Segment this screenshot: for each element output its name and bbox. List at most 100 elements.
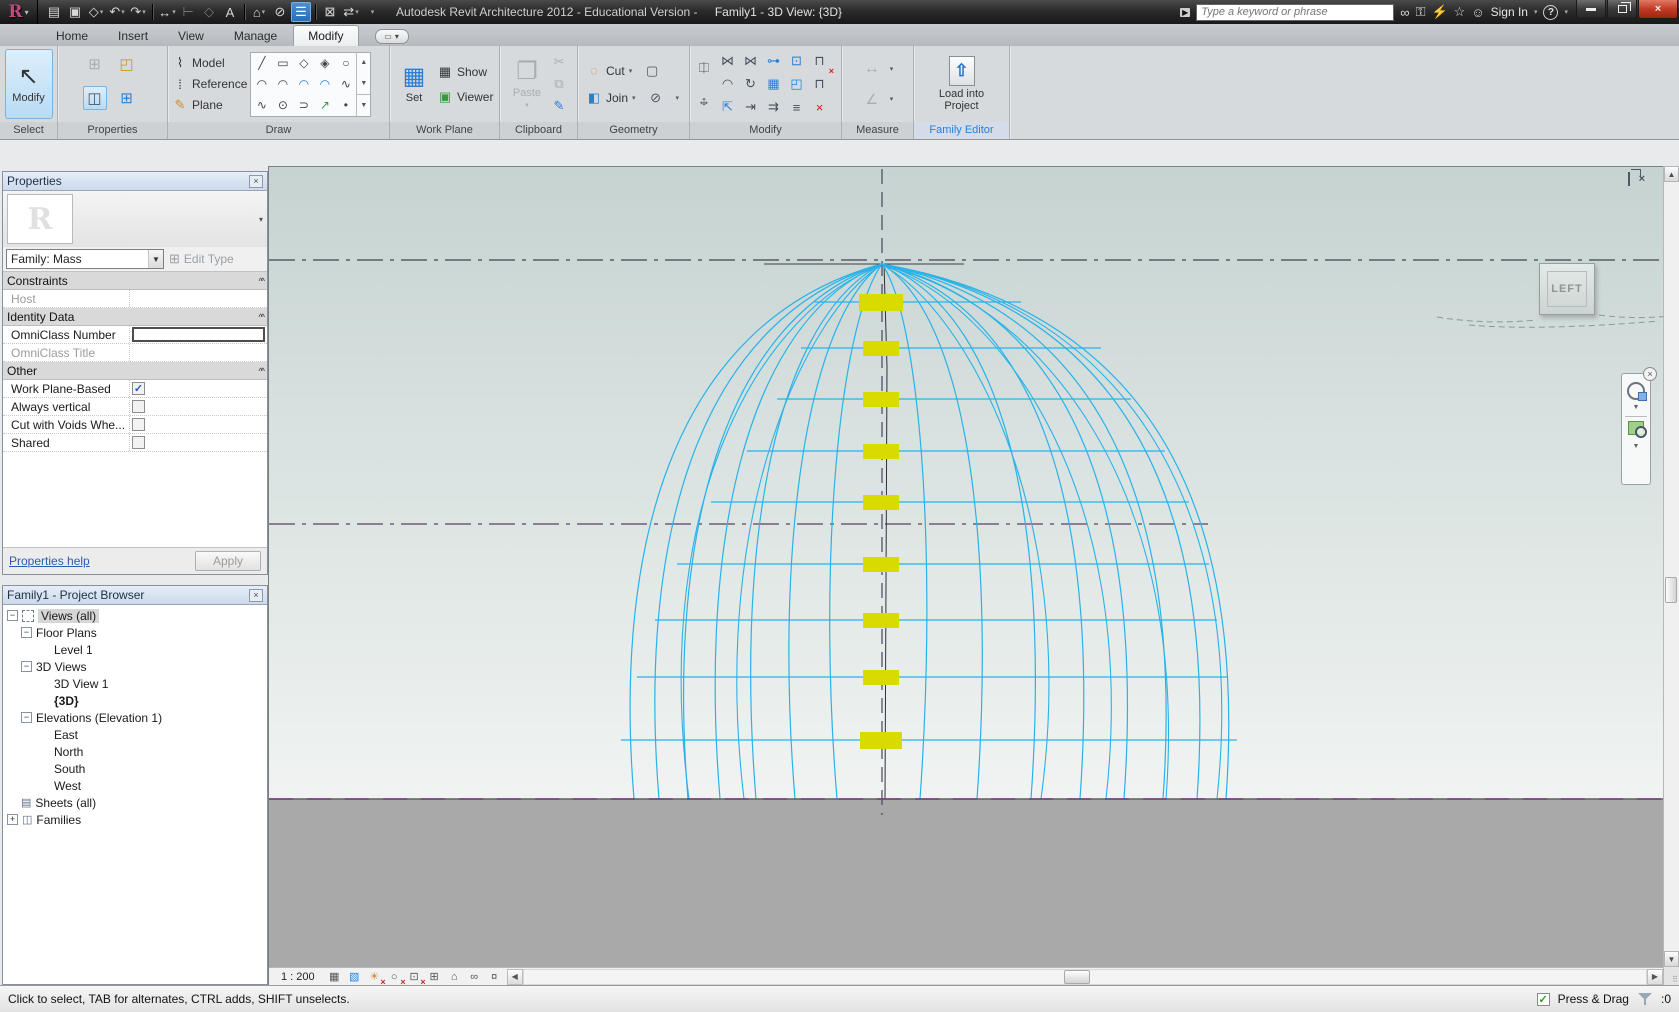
draw-line-icon[interactable]: ╱: [251, 53, 272, 74]
shape-handles[interactable]: [859, 294, 903, 749]
array-icon[interactable]: ▦: [762, 73, 785, 96]
mirror-pick-axis-icon[interactable]: ⋈: [716, 50, 739, 73]
locked-view-icon[interactable]: ⌂: [446, 969, 463, 984]
measure-between-refs-icon[interactable]: ↔: [862, 59, 882, 79]
group-header-other[interactable]: Other ^^: [3, 362, 267, 380]
draw-spline-points-icon[interactable]: ∿: [251, 95, 272, 116]
reveal-hidden-elements-icon[interactable]: ¤: [486, 969, 503, 984]
favorites-star-icon[interactable]: ☆: [1454, 4, 1466, 20]
draw-circumscribed-polygon-icon[interactable]: ◈: [314, 53, 335, 74]
group-header-identity-data[interactable]: Identity Data ^^: [3, 308, 267, 326]
measure-caret-icon[interactable]: ▾: [890, 65, 894, 73]
work-plane-based-checkbox[interactable]: ✓: [132, 382, 145, 395]
tab-home[interactable]: Home: [42, 26, 102, 46]
cut-to-clipboard-icon[interactable]: ✂: [549, 52, 569, 72]
tree-node-elevations[interactable]: − Elevations (Elevation 1): [3, 709, 267, 726]
tree-node-north[interactable]: North: [3, 743, 267, 760]
property-row-omniclass-title[interactable]: OmniClass Title: [3, 344, 267, 362]
load-into-project-button[interactable]: ⇧ Load into Project: [926, 49, 998, 119]
press-drag-checkbox[interactable]: ✓: [1536, 992, 1550, 1006]
copy-to-clipboard-icon[interactable]: ⧉: [549, 74, 569, 94]
thin-lines-button[interactable]: ☰: [291, 2, 311, 22]
preview-caret-icon[interactable]: ▾: [259, 215, 263, 224]
sync-button[interactable]: ◇ ▾: [86, 2, 106, 22]
text-button[interactable]: A: [220, 2, 240, 22]
vscroll-thumb[interactable]: [1665, 577, 1677, 603]
horizontal-scrollbar[interactable]: [522, 968, 1647, 985]
collapse-box-icon[interactable]: −: [21, 627, 32, 638]
tree-node-sheets[interactable]: ▤ Sheets (all): [3, 794, 267, 811]
wireframe-meridians-back[interactable]: [680, 265, 1223, 800]
always-vertical-checkbox[interactable]: [132, 400, 145, 413]
draw-partial-ellipse-icon[interactable]: ⊃: [293, 95, 314, 116]
property-row-omniclass-number[interactable]: OmniClass Number: [3, 326, 267, 344]
rotate-icon[interactable]: ↻: [739, 73, 762, 96]
customize-qat-button[interactable]: ▾: [362, 2, 382, 22]
property-row-cut-with-voids[interactable]: Cut with Voids Whe...: [3, 416, 267, 434]
tree-node-views[interactable]: − Views (all): [3, 607, 267, 624]
title-expand-arrow-icon[interactable]: ▶: [1180, 7, 1191, 17]
sign-in-button[interactable]: Sign In: [1491, 5, 1528, 19]
tab-view[interactable]: View: [164, 26, 218, 46]
reference-plane-button[interactable]: ✎ Plane: [172, 95, 247, 116]
close-button[interactable]: ×: [1638, 0, 1678, 19]
unpin-icon[interactable]: ⊓ ×: [808, 50, 834, 76]
property-row-always-vertical[interactable]: Always vertical: [3, 398, 267, 416]
user-icon[interactable]: ☺: [1471, 5, 1484, 20]
draw-circle-icon[interactable]: ○: [335, 53, 356, 74]
tab-insert[interactable]: Insert: [104, 26, 162, 46]
measure-panel-label[interactable]: Measure: [842, 122, 913, 139]
type-properties-icon[interactable]: ⊞: [115, 86, 139, 110]
draw-ellipse-icon[interactable]: ⊙: [272, 95, 293, 116]
left-elevation-cube[interactable]: LEFT: [1539, 263, 1595, 315]
sign-in-caret-icon[interactable]: ▾: [1534, 8, 1538, 16]
aligned-dimension-button[interactable]: ⊢: [178, 2, 198, 22]
properties-palette-titlebar[interactable]: Properties ×: [3, 172, 267, 191]
set-work-plane-button[interactable]: ▦ Set: [394, 49, 434, 119]
draw-start-end-arc-icon[interactable]: ◠: [314, 74, 335, 95]
tree-node-3d-default[interactable]: {3D}: [3, 692, 267, 709]
omniclass-number-input[interactable]: [132, 327, 265, 342]
project-browser-close-icon[interactable]: ×: [249, 588, 263, 602]
hscroll-left-icon[interactable]: ◀: [506, 968, 523, 985]
restore-button[interactable]: [1607, 0, 1637, 19]
modify-panel-label[interactable]: Modify: [690, 122, 841, 139]
measure-along-element-icon[interactable]: ∠: [862, 89, 882, 109]
attach-caret-icon[interactable]: ▾: [676, 94, 680, 102]
solid-geometry-icon[interactable]: ▢: [642, 61, 662, 81]
draw-panel-label[interactable]: Draw: [168, 122, 389, 139]
steering-wheel-caret-icon[interactable]: ▼: [1633, 404, 1640, 411]
properties-close-icon[interactable]: ×: [249, 174, 263, 188]
subscription-key-icon[interactable]: ⚿: [1416, 4, 1426, 20]
tab-manage[interactable]: Manage: [220, 26, 291, 46]
gallery-expand-icon[interactable]: ▼: [357, 93, 371, 116]
switch-windows-button[interactable]: ⇄ ▾: [341, 2, 361, 22]
split-element-icon[interactable]: ⊶: [762, 50, 785, 73]
zoom-caret-icon[interactable]: ▼: [1633, 443, 1640, 450]
wireframe-rings[interactable]: [621, 301, 1237, 741]
draw-rectangle-icon[interactable]: ▭: [272, 53, 293, 74]
measure-button[interactable]: ↔ ▾: [157, 2, 177, 22]
tag-button[interactable]: ◇: [199, 2, 219, 22]
open-button[interactable]: ▤: [44, 2, 64, 22]
draw-center-arc-icon[interactable]: ◠: [272, 74, 293, 95]
wireframe-meridians-right[interactable]: [881, 263, 1230, 800]
minimize-button[interactable]: [1576, 0, 1606, 19]
view-restore-icon[interactable]: [1627, 172, 1630, 186]
section-button[interactable]: ⊘: [270, 2, 290, 22]
vscroll-down-icon[interactable]: ▼: [1664, 951, 1679, 967]
type-selector-dropdown[interactable]: Family: Mass ▼: [6, 249, 164, 269]
search-icon[interactable]: ∞: [1400, 5, 1409, 20]
family-editor-panel-label[interactable]: Family Editor: [914, 122, 1009, 139]
move-icon[interactable]: ↔ ↕: [694, 90, 714, 110]
help-caret-icon[interactable]: ▾: [1564, 8, 1568, 16]
trim-extend-multiple-icon[interactable]: ⇉: [762, 96, 785, 119]
align-elements-icon[interactable]: ≡: [785, 96, 808, 119]
group-header-constraints[interactable]: Constraints ^^: [3, 272, 267, 290]
view-scale-button[interactable]: 1 : 200: [273, 971, 323, 983]
steering-wheel-icon[interactable]: [1627, 382, 1647, 401]
collapse-box-icon[interactable]: −: [21, 661, 32, 672]
vertical-scrollbar[interactable]: ▲ ▼ ⠿: [1663, 166, 1679, 985]
communication-center-icon[interactable]: ⚡: [1431, 4, 1447, 20]
work-plane-viewer-button[interactable]: ▣ Viewer: [437, 86, 494, 107]
